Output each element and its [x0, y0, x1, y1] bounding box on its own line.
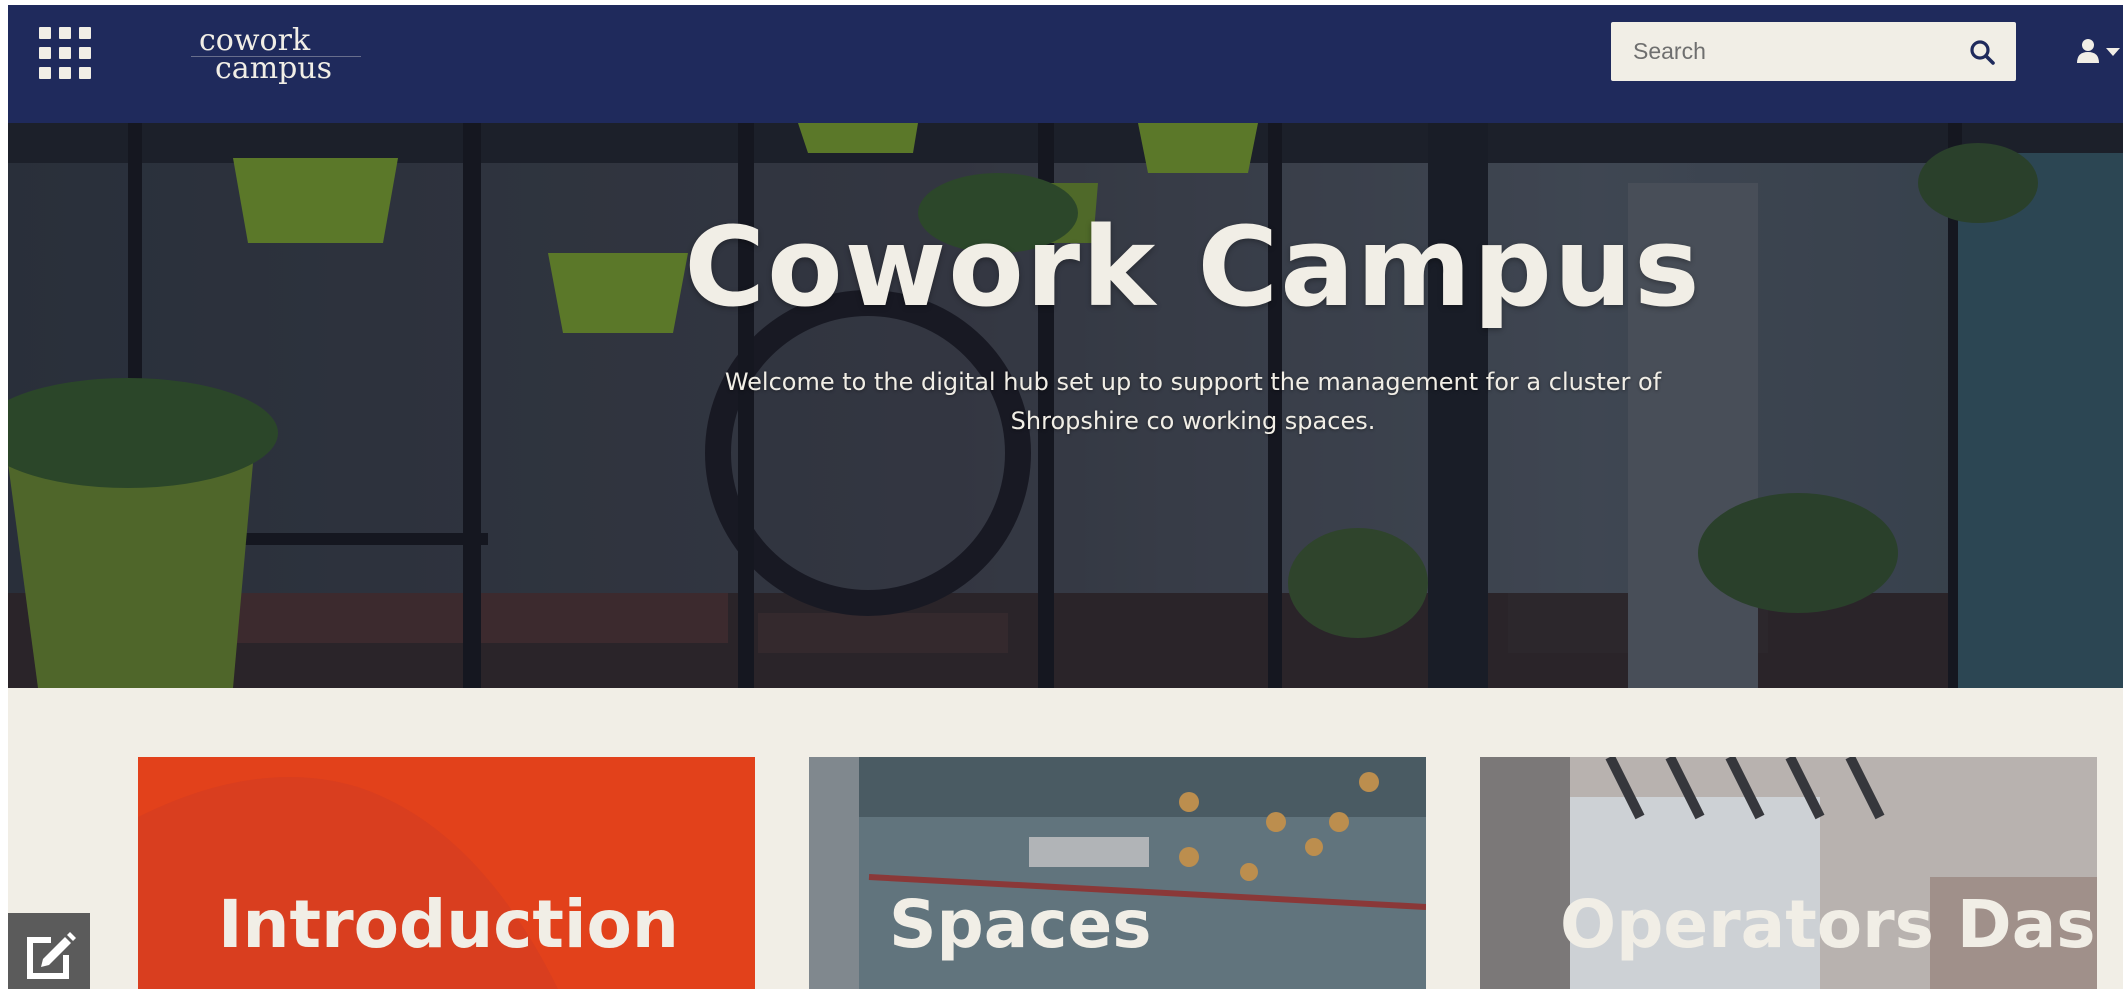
edit-icon	[27, 932, 76, 979]
logo-line-2: campus	[215, 51, 333, 86]
apps-grid-icon[interactable]	[39, 27, 91, 79]
user-menu-button[interactable]	[2076, 38, 2123, 68]
search-box	[1611, 22, 2016, 81]
hero-subtitle: Welcome to the digital hub set up to sup…	[724, 368, 1662, 435]
card-title: Spaces	[889, 886, 1152, 963]
user-icon	[2077, 39, 2099, 63]
caret-down-icon	[2106, 48, 2120, 56]
search-input[interactable]	[1611, 22, 1951, 81]
search-icon[interactable]	[1968, 38, 1996, 66]
hero-banner: Cowork Campus Welcome to the digital hub…	[8, 123, 2123, 688]
card-introduction[interactable]: Introduction	[138, 757, 755, 989]
card-title: Operators Dashboard	[1560, 886, 2097, 963]
edit-button[interactable]	[8, 913, 90, 989]
card-title: Introduction	[218, 886, 679, 963]
top-navigation-bar: cowork campus	[8, 5, 2123, 123]
hero-title: Cowork Campus	[684, 203, 1702, 331]
cowork-campus-logo[interactable]: cowork campus	[191, 25, 361, 89]
page: cowork campus Search Cowork Campus Welco…	[8, 5, 2123, 989]
card-operators-dashboard[interactable]: Operators Dashboard	[1480, 757, 2097, 989]
card-spaces[interactable]: Spaces	[809, 757, 1426, 989]
